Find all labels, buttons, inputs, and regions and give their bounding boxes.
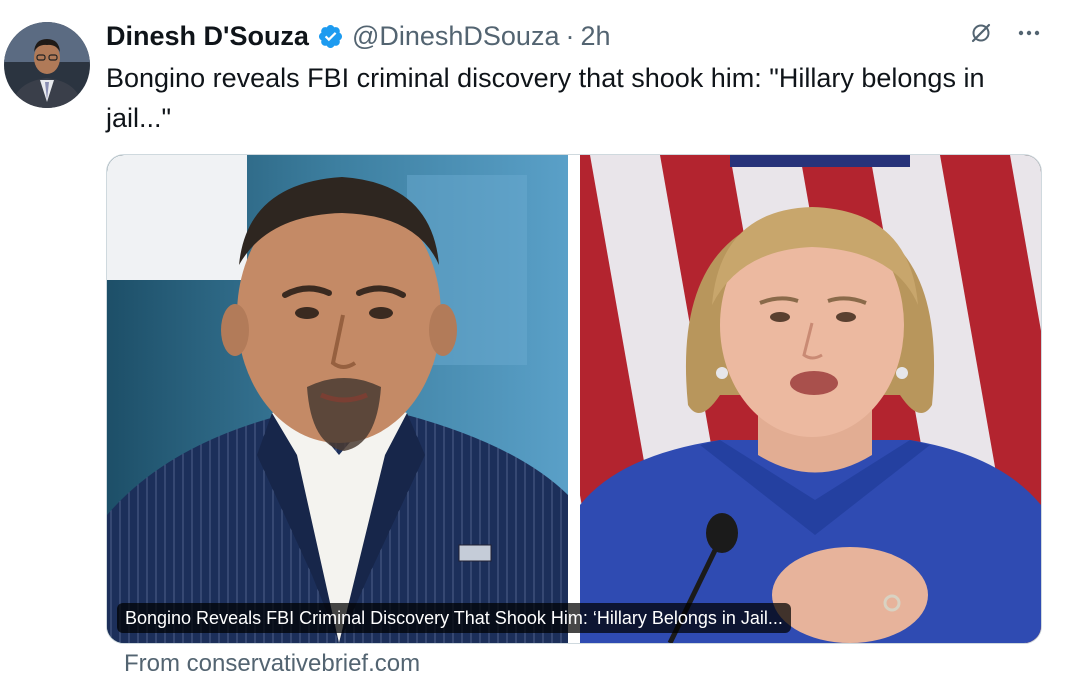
- avatar[interactable]: [4, 22, 90, 108]
- tweet-header: Dinesh D'Souza @DineshDSouza · 2h: [106, 16, 611, 56]
- more-options-icon[interactable]: [1016, 20, 1042, 46]
- link-card[interactable]: Bongino Reveals FBI Criminal Discovery T…: [106, 154, 1042, 644]
- author-handle[interactable]: @DineshDSouza: [352, 21, 560, 52]
- separator-dot: ·: [565, 20, 575, 51]
- author-display-name[interactable]: Dinesh D'Souza: [106, 21, 309, 52]
- timestamp[interactable]: 2h: [580, 21, 610, 52]
- verified-badge-icon: [317, 23, 344, 50]
- link-source[interactable]: From conservativebrief.com: [124, 650, 420, 678]
- tweet-text: Bongino reveals FBI criminal discovery t…: [106, 63, 985, 133]
- link-card-title: Bongino Reveals FBI Criminal Discovery T…: [117, 603, 791, 633]
- profile-avatar: [4, 22, 90, 108]
- tweet-top-actions: [968, 20, 1042, 46]
- image-divider: [568, 155, 580, 643]
- grok-icon[interactable]: [968, 20, 994, 46]
- right-photo-woman-speaking: [580, 155, 1041, 643]
- left-photo-man-in-suit: [107, 155, 568, 643]
